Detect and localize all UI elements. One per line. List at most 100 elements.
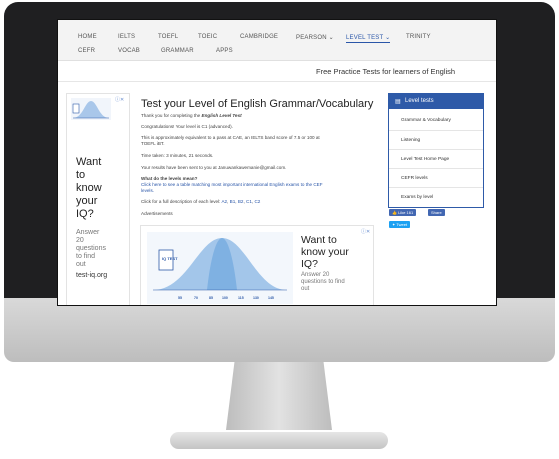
nav-item-level-test[interactable]: LEVEL TEST ⌄ — [346, 34, 391, 43]
ad-body-line: out — [301, 286, 310, 292]
sidebar-item-grammar-vocabulary[interactable]: Grammar & Vocabulary — [389, 111, 483, 130]
sidebar-item-label: CEFR levels — [401, 176, 428, 181]
level-link-c1[interactable]: C1 — [246, 199, 252, 204]
nav-item-pearson-label: PEARSON — [296, 35, 327, 41]
twitter-bird-icon: ✦ — [392, 222, 396, 227]
ad-body-line: questions to find — [301, 279, 345, 285]
sidebar-item-label: Level Test Home Page — [401, 157, 450, 162]
page-title: Test your Level of English Grammar/Vocab… — [141, 98, 374, 110]
sidebar-item-listening[interactable]: Listening — [389, 130, 483, 150]
cef-table-link-continued[interactable]: levels. — [141, 188, 154, 193]
level-descriptions: Click for a full description of each lev… — [141, 199, 261, 204]
main-navigation: HOME IELTS TOEFL TOEIC CAMBRIDGE PEARSON… — [58, 20, 496, 61]
cef-table-link-2[interactable]: levels. — [141, 188, 154, 194]
iq-distribution-chart-icon — [147, 232, 293, 304]
ad-headline-line: your — [76, 195, 98, 207]
axis-tick: 100 — [222, 296, 228, 300]
site-tagline: Free Practice Tests for learners of Engl… — [316, 67, 456, 76]
nav-item-grammar[interactable]: GRAMMAR — [161, 48, 194, 54]
advertisements-label: Advertisements — [141, 211, 173, 216]
like-count: Like 161 — [398, 210, 414, 215]
thanks-prefix: Thank you for completing the — [141, 113, 202, 118]
level-result: Congratulations! Your level is C1 (advan… — [141, 124, 233, 129]
sidebar-item-label: Listening — [401, 138, 421, 143]
axis-tick: 145 — [268, 296, 274, 300]
sidebar-item-label: Exams by level — [401, 195, 434, 200]
results-sent: Your results have been sent to you at Ja… — [141, 165, 287, 170]
nav-item-toeic[interactable]: TOEIC — [198, 34, 217, 40]
axis-tick: 130 — [253, 296, 259, 300]
ad-body-line: out — [76, 261, 86, 268]
nav-item-cambridge[interactable]: CAMBRIDGE — [240, 34, 278, 40]
level-link-b2[interactable]: B2 — [238, 199, 244, 204]
ad-body-line: questions — [76, 245, 106, 252]
nav-item-vocab[interactable]: VOCAB — [118, 48, 140, 54]
axis-tick: 70 — [194, 296, 198, 300]
ad-info-icon[interactable]: ⓘ✕ — [115, 96, 124, 103]
ad-body-line: 20 — [76, 237, 84, 244]
axis-tick: 55 — [178, 296, 182, 300]
nav-item-level-test-label: LEVEL TEST — [346, 35, 384, 41]
nav-item-apps[interactable]: APPS — [216, 48, 233, 54]
time-taken: Time taken: 3 minutes, 21 seconds. — [141, 153, 214, 158]
nav-item-cefr[interactable]: CEFR — [78, 48, 95, 54]
ad-headline-line: know — [76, 182, 102, 194]
ad-headline-line: IQ? — [301, 258, 318, 270]
chevron-down-icon: ⌄ — [328, 35, 334, 41]
bell-curve-icon — [71, 98, 111, 120]
nav-item-home[interactable]: HOME — [78, 34, 97, 40]
sidebar-item-exams-by-level[interactable]: Exams by level — [389, 187, 483, 207]
ad-body-line: Answer — [76, 229, 100, 236]
divider — [58, 81, 496, 82]
thanks-text: Thank you for completing the English Lev… — [141, 113, 242, 119]
ad-info-icon[interactable]: ⓘ✕ — [361, 228, 370, 235]
test-name: English Level Test — [201, 113, 242, 118]
chevron-down-icon: ⌄ — [385, 35, 391, 41]
sidebar-title: Level tests — [405, 98, 434, 104]
bottom-advertisement[interactable]: ⓘ✕ IQ TEST 55 70 85 100 115 130 145 Want… — [140, 225, 374, 305]
level-link-a2[interactable]: A2 — [221, 199, 227, 204]
level-link-c2[interactable]: C2 — [254, 199, 260, 204]
cef-table-link-1[interactable]: Click here to see a table matching most … — [141, 182, 323, 188]
monitor-stand-neck — [226, 362, 332, 430]
equivalence-line-1: This is approximately equivalent to a pa… — [141, 135, 320, 140]
cef-table-link[interactable]: Click here to see a table matching most … — [141, 182, 323, 187]
sidebar-item-level-test-home[interactable]: Level Test Home Page — [389, 149, 483, 169]
ad-headline-line: know your — [301, 246, 349, 258]
ad-body-line: to find — [76, 253, 96, 260]
ad-headline: Want to know your IQ? — [76, 156, 102, 221]
thumbs-up-icon: 👍 — [392, 210, 397, 215]
monitor-stand-base — [170, 432, 388, 449]
tweet-label: Tweet — [396, 222, 408, 227]
ad-domain[interactable]: test-iq.org — [76, 272, 107, 280]
list-icon: ▤ — [395, 99, 401, 105]
ad-body: Answer 20 questions to find out — [76, 229, 106, 269]
ad-headline-line: Want — [76, 156, 102, 168]
sidebar-item-cefr-levels[interactable]: CEFR levels — [389, 168, 483, 188]
ad-headline-line: to — [76, 169, 86, 181]
tweet-button[interactable]: ✦ Tweet — [389, 221, 411, 228]
sidebar-item-label: Grammar & Vocabulary — [401, 118, 451, 123]
level-link-b1[interactable]: B1 — [230, 199, 236, 204]
nav-item-toefl[interactable]: TOEFL — [158, 34, 178, 40]
nav-item-trinity[interactable]: TRINITY — [406, 34, 431, 40]
level-tests-sidebar: ▤ Level tests Grammar & Vocabulary Liste… — [388, 93, 484, 208]
equivalence-line-2: TOEFL iBT. — [141, 141, 165, 146]
ad-headline-line: Want to — [301, 234, 337, 246]
iq-test-logo-text: IQ TEST — [162, 256, 178, 261]
nav-item-pearson[interactable]: PEARSON ⌄ — [296, 34, 334, 41]
ad-body: Answer 20 questions to find out — [301, 272, 345, 293]
monitor-chin — [4, 298, 555, 362]
sidebar-header: ▤ Level tests — [389, 94, 483, 109]
browser-viewport: HOME IELTS TOEFL TOEIC CAMBRIDGE PEARSON… — [58, 20, 496, 305]
left-advertisement[interactable]: ⓘ✕ Want to know your IQ? Answer 20 quest… — [66, 93, 130, 305]
ad-headline-line: IQ? — [76, 208, 94, 220]
facebook-like-button[interactable]: 👍 Like 161 — [389, 209, 417, 216]
axis-tick: 115 — [238, 296, 244, 300]
facebook-share-button[interactable]: Share — [428, 209, 445, 216]
ad-body-line: Answer 20 — [301, 272, 330, 278]
nav-item-ielts[interactable]: IELTS — [118, 34, 135, 40]
level-descriptions-prefix: Click for a full description of each lev… — [141, 199, 222, 204]
axis-tick: 85 — [209, 296, 213, 300]
ad-headline: Want to know your IQ? — [301, 234, 349, 270]
